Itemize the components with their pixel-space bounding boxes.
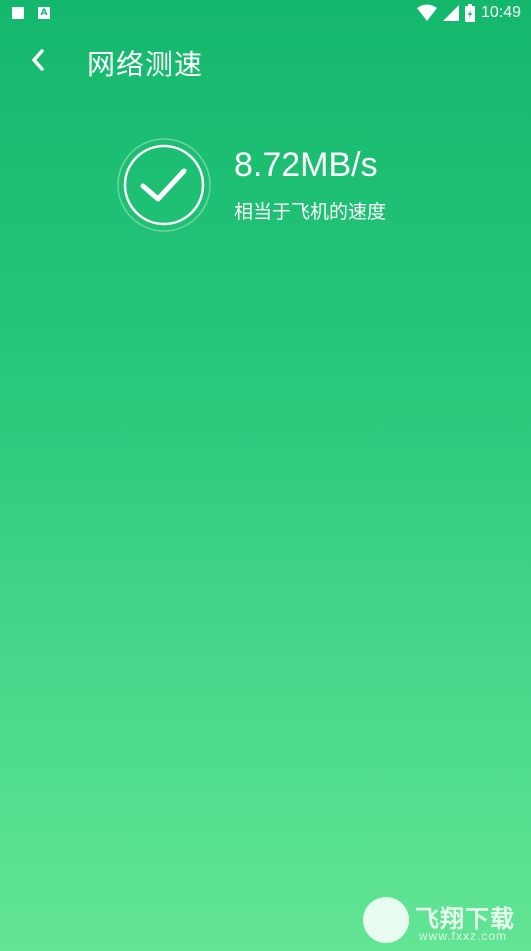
page-title: 网络测速	[87, 48, 204, 81]
speed-comparison: 相当于飞机的速度	[234, 201, 387, 223]
watermark: 飞翔下载 www.fxxz.com	[363, 895, 523, 945]
status-time: 10:49	[480, 4, 521, 21]
square-notification-icon	[12, 7, 24, 19]
brand-logo-icon	[363, 897, 409, 943]
speed-result: 8.72MB/s 相当于飞机的速度	[116, 137, 456, 233]
app-bar: 网络测速	[0, 28, 531, 104]
watermark-url: www.fxxz.com	[419, 929, 508, 943]
chevron-left-icon	[32, 49, 44, 71]
a-notification-icon: A	[38, 7, 50, 19]
check-circle-icon	[117, 138, 211, 232]
signal-icon	[442, 5, 459, 21]
wifi-icon	[416, 4, 437, 21]
battery-icon	[464, 4, 475, 22]
status-bar: A 10:49	[0, 0, 531, 28]
speed-value: 8.72MB/s	[234, 146, 378, 184]
back-button[interactable]	[20, 42, 56, 78]
